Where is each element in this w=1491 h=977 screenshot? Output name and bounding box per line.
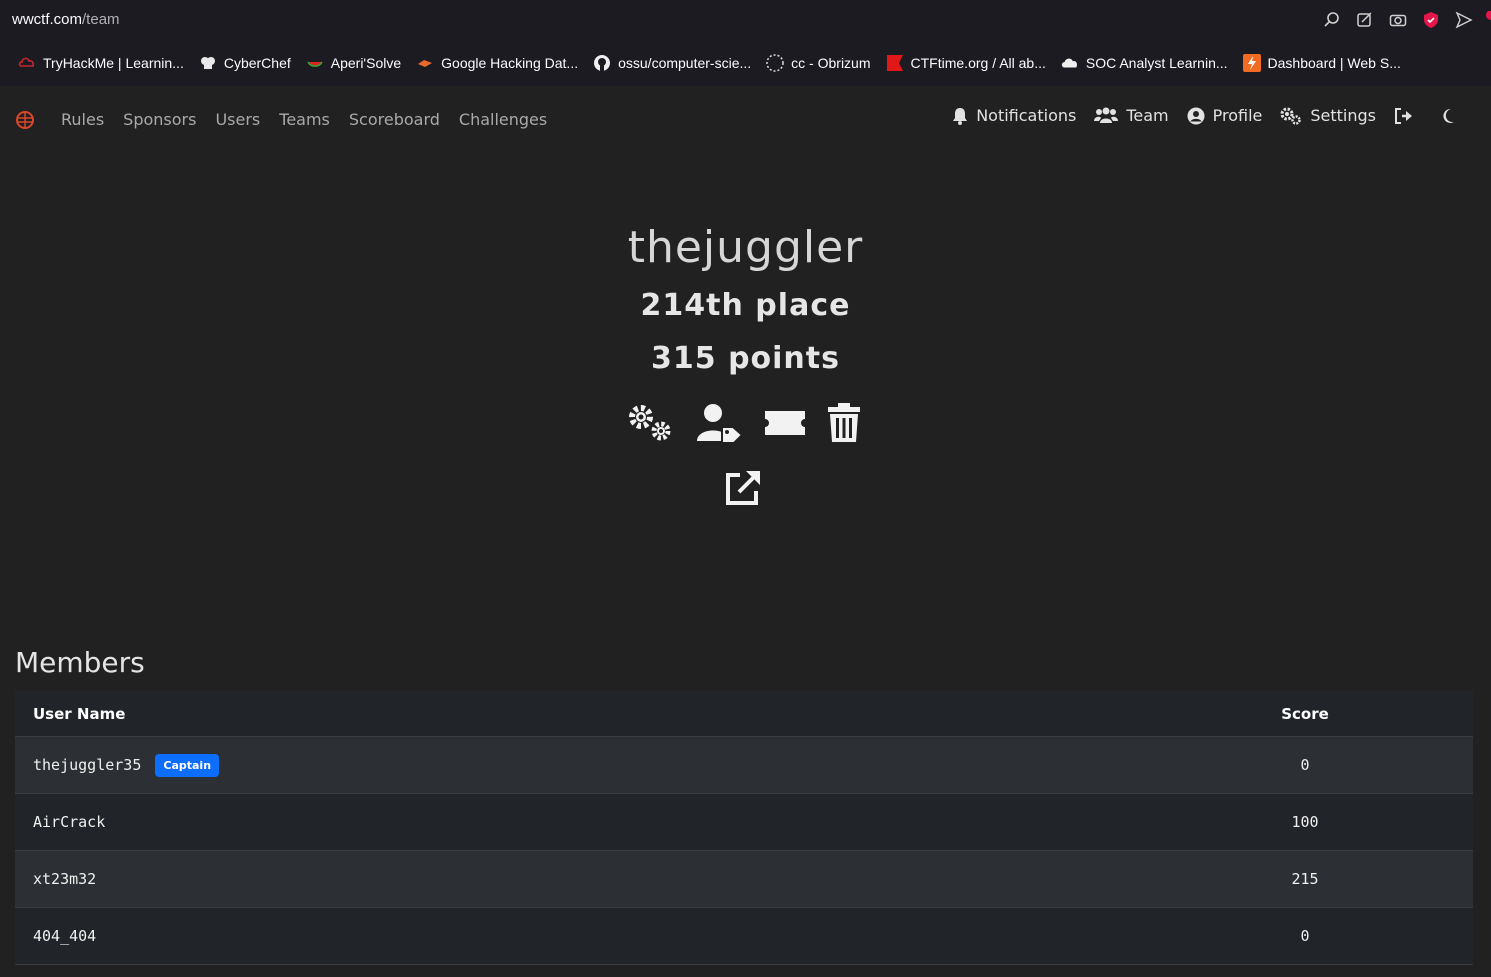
nav-teams[interactable]: Teams xyxy=(279,110,330,129)
members-table: User Name Score thejuggler35 Captain 0 A… xyxy=(15,691,1473,965)
table-row: thejuggler35 Captain 0 xyxy=(15,737,1473,794)
bookmark-label: Aperi'Solve xyxy=(330,55,402,71)
nav-profile[interactable]: Profile xyxy=(1187,106,1263,125)
nav-settings-label: Settings xyxy=(1310,106,1376,125)
member-name-link[interactable]: xt23m32 xyxy=(33,870,96,888)
trash-icon xyxy=(828,403,860,442)
bookmark-cyberchef[interactable]: CyberChef xyxy=(199,54,291,72)
team-settings-button[interactable] xyxy=(627,403,675,443)
github-icon xyxy=(593,54,611,72)
member-name-link[interactable]: thejuggler35 xyxy=(33,756,141,774)
websecurity-icon xyxy=(1242,54,1261,72)
nav-settings[interactable]: Settings xyxy=(1280,106,1376,125)
ctftime-icon xyxy=(886,54,904,72)
cogs-icon xyxy=(629,405,671,441)
user-tag-icon xyxy=(697,404,743,443)
zoom-search-icon[interactable] xyxy=(1321,9,1343,31)
edit-share-icon[interactable] xyxy=(1354,9,1376,31)
bookmark-label: CyberChef xyxy=(223,55,291,71)
nav-notifications[interactable]: Notifications xyxy=(952,106,1076,125)
bookmark-label: CTFtime.org / All ab... xyxy=(910,55,1046,71)
bookmark-aperisolve[interactable]: Aperi'Solve xyxy=(306,54,401,72)
sign-out-icon xyxy=(1395,107,1412,124)
bookmarks-bar: TryHackMe | Learnin... CyberChef Aperi'S… xyxy=(0,40,1491,86)
bookmark-label: cc - Obrizum xyxy=(791,55,871,71)
extension-badge-icon[interactable] xyxy=(1483,9,1491,31)
invite-ticket-button[interactable] xyxy=(763,403,807,443)
captain-badge: Captain xyxy=(155,753,220,777)
table-row: 404_404 0 xyxy=(15,908,1473,965)
ticket-icon xyxy=(765,411,805,435)
member-score: 215 xyxy=(1291,870,1319,888)
bookmark-label: ossu/computer-scie... xyxy=(618,55,752,71)
member-name-link[interactable]: AirCrack xyxy=(33,813,105,831)
nav-rules[interactable]: Rules xyxy=(61,110,104,129)
table-row: AirCrack 100 xyxy=(15,794,1473,851)
nav-users[interactable]: Users xyxy=(215,110,260,129)
nav-sponsors[interactable]: Sponsors xyxy=(123,110,196,129)
table-header: User Name Score xyxy=(15,691,1473,737)
user-circle-icon xyxy=(1187,107,1205,124)
site-logo-icon[interactable] xyxy=(15,110,35,130)
bookmark-google-hacking[interactable]: Google Hacking Dat... xyxy=(416,54,578,72)
nav-notifications-label: Notifications xyxy=(976,106,1077,125)
bookmark-label: Dashboard | Web S... xyxy=(1267,55,1401,71)
nav-profile-label: Profile xyxy=(1212,106,1263,125)
member-name-link[interactable]: 404_404 xyxy=(33,927,96,945)
url-path: /team xyxy=(82,11,120,28)
member-score: 0 xyxy=(1300,756,1310,774)
team-name: thejuggler xyxy=(627,222,864,273)
bookmark-ossu[interactable]: ossu/computer-scie... xyxy=(593,54,751,72)
url-text[interactable]: wwctf.com/team xyxy=(12,11,120,28)
bookmark-obrizum[interactable]: cc - Obrizum xyxy=(766,54,871,72)
shield-icon[interactable] xyxy=(1420,9,1442,31)
bookmark-tryhackme[interactable]: TryHackMe | Learnin... xyxy=(18,54,184,72)
bookmark-ctftime[interactable]: CTFtime.org / All ab... xyxy=(886,54,1046,72)
theme-toggle[interactable] xyxy=(1440,107,1464,125)
melon-icon xyxy=(306,54,324,72)
chef-hat-icon xyxy=(199,54,217,72)
team-place: 214th place xyxy=(640,288,851,323)
cloud-icon xyxy=(1061,54,1079,72)
member-score: 100 xyxy=(1291,813,1319,831)
logout-button[interactable] xyxy=(1394,107,1422,125)
team-points: 315 points xyxy=(651,341,840,376)
bell-icon xyxy=(953,107,968,125)
users-icon xyxy=(1094,107,1119,123)
team-actions xyxy=(627,403,881,443)
obrizum-icon xyxy=(766,54,784,72)
bookmark-label: SOC Analyst Learnin... xyxy=(1085,55,1228,71)
send-icon[interactable] xyxy=(1453,9,1475,31)
member-score: 0 xyxy=(1300,927,1310,945)
exploitdb-icon xyxy=(416,54,434,72)
bookmark-label: Google Hacking Dat... xyxy=(441,55,579,71)
nav-team-label: Team xyxy=(1126,106,1169,125)
tryhackme-icon xyxy=(18,54,36,72)
members-heading: Members xyxy=(15,646,145,679)
moon-icon xyxy=(1443,108,1454,123)
browser-url-bar[interactable]: wwctf.com/team xyxy=(0,0,1491,40)
cogs-icon xyxy=(1280,107,1302,125)
bookmark-soc-analyst[interactable]: SOC Analyst Learnin... xyxy=(1061,54,1228,72)
transfer-captain-button[interactable] xyxy=(695,403,743,443)
external-link-button[interactable] xyxy=(724,469,762,511)
camera-icon[interactable] xyxy=(1387,9,1409,31)
external-link-icon xyxy=(726,471,760,505)
nav-team[interactable]: Team xyxy=(1094,106,1169,125)
nav-scoreboard[interactable]: Scoreboard xyxy=(349,110,440,129)
delete-team-button[interactable] xyxy=(827,403,861,443)
header-user-name: User Name xyxy=(33,704,126,723)
bookmark-label: TryHackMe | Learnin... xyxy=(43,55,184,71)
header-score: Score xyxy=(1281,704,1329,723)
url-host: wwctf.com xyxy=(12,11,83,28)
nav-challenges[interactable]: Challenges xyxy=(459,110,547,129)
bookmark-dashboard[interactable]: Dashboard | Web S... xyxy=(1242,54,1401,72)
table-row: xt23m32 215 xyxy=(15,851,1473,908)
site-navbar: Rules Sponsors Users Teams Scoreboard Ch… xyxy=(0,86,1491,152)
